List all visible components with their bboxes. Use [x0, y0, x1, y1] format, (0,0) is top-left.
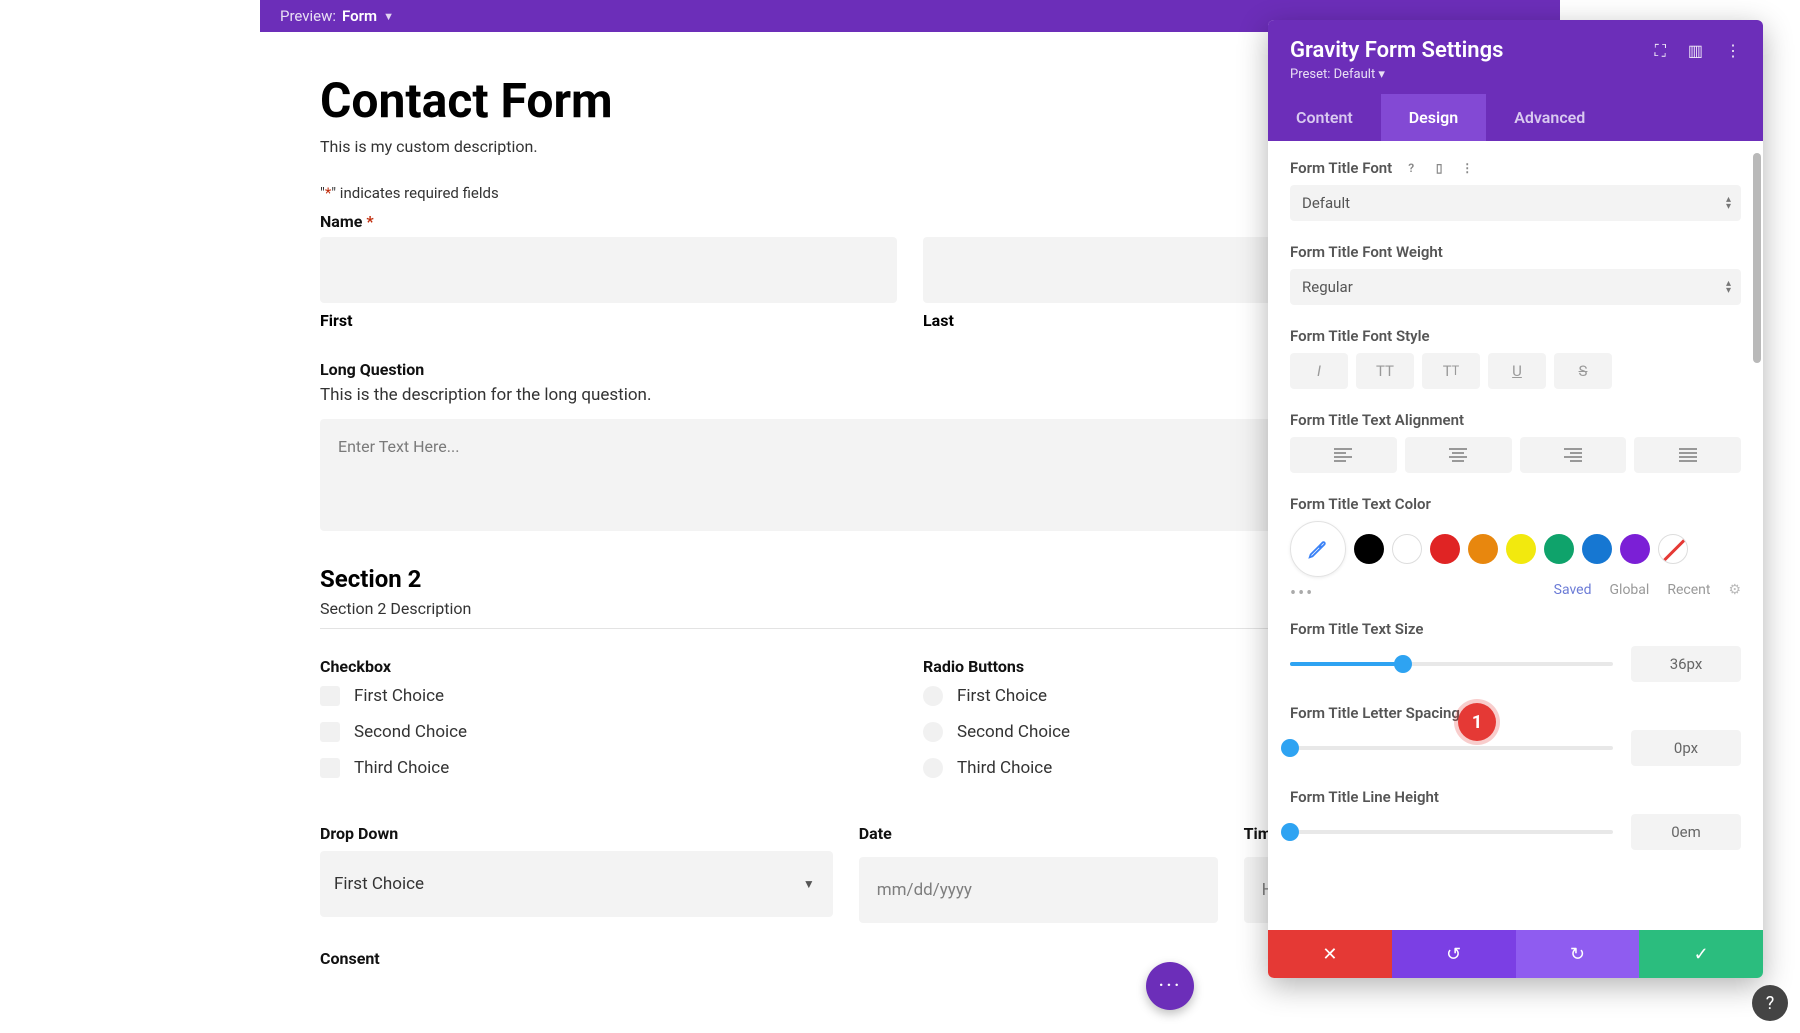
checkbox-option[interactable]: Second Choice — [320, 722, 897, 742]
settings-panel: Gravity Form Settings ⛶ ▥ ⋮ Preset: Defa… — [1268, 20, 1763, 978]
uppercase-button[interactable]: TT — [1356, 353, 1414, 389]
font-select[interactable]: Default — [1290, 185, 1741, 221]
tab-content[interactable]: Content — [1268, 94, 1381, 141]
panel-tabs: Content Design Advanced — [1268, 94, 1763, 141]
recent-tab[interactable]: Recent — [1667, 582, 1710, 598]
date-input[interactable] — [859, 857, 1218, 923]
align-center-button[interactable] — [1405, 437, 1512, 473]
more-actions-button[interactable]: ··· — [1146, 962, 1194, 1010]
lineheight-label: Form Title Line Height — [1290, 788, 1741, 806]
spacing-input[interactable] — [1631, 730, 1741, 766]
lineheight-slider[interactable] — [1290, 830, 1613, 834]
expand-icon[interactable]: ⛶ — [1655, 41, 1666, 61]
radio-icon[interactable] — [923, 758, 943, 778]
weight-label: Form Title Font Weight — [1290, 243, 1741, 261]
redo-button[interactable]: ↻ — [1516, 930, 1640, 978]
color-swatch[interactable] — [1620, 534, 1650, 564]
smallcaps-button[interactable]: TT — [1422, 353, 1480, 389]
mobile-icon[interactable]: ▯ — [1430, 159, 1448, 177]
size-slider[interactable] — [1290, 662, 1613, 666]
eyedropper-button[interactable] — [1290, 521, 1346, 577]
gear-icon[interactable]: ⚙ — [1728, 582, 1741, 598]
panel-title: Gravity Form Settings — [1290, 38, 1503, 63]
kebab-icon[interactable]: ⋮ — [1725, 41, 1741, 61]
color-swatch[interactable] — [1506, 534, 1536, 564]
color-swatch[interactable] — [1354, 534, 1384, 564]
italic-button[interactable]: I — [1290, 353, 1348, 389]
checkbox-icon[interactable] — [320, 758, 340, 778]
checkbox-option[interactable]: Third Choice — [320, 758, 897, 778]
align-justify-button[interactable] — [1634, 437, 1741, 473]
date-label: Date — [859, 824, 1218, 843]
close-button[interactable]: ✕ — [1268, 930, 1392, 978]
color-swatch[interactable] — [1582, 534, 1612, 564]
font-label: Form Title Font — [1290, 159, 1392, 177]
kebab-icon[interactable]: ⋮ — [1458, 159, 1476, 177]
radio-icon[interactable] — [923, 686, 943, 706]
global-tab[interactable]: Global — [1610, 582, 1650, 598]
spacing-slider[interactable] — [1290, 746, 1613, 750]
preset-selector[interactable]: Preset: Default ▾ — [1290, 67, 1741, 82]
preview-label: Preview: — [280, 7, 336, 25]
checkbox-icon[interactable] — [320, 686, 340, 706]
style-label: Form Title Font Style — [1290, 327, 1741, 345]
columns-icon[interactable]: ▥ — [1688, 41, 1703, 61]
weight-select[interactable]: Regular — [1290, 269, 1741, 305]
first-sublabel: First — [320, 311, 897, 330]
dropdown-input[interactable]: First Choice — [320, 851, 833, 917]
strikethrough-button[interactable]: S — [1554, 353, 1612, 389]
size-label: Form Title Text Size — [1290, 620, 1741, 638]
align-right-button[interactable] — [1520, 437, 1627, 473]
color-swatch[interactable] — [1468, 534, 1498, 564]
color-swatch[interactable] — [1392, 534, 1422, 564]
help-icon[interactable]: ? — [1402, 159, 1420, 177]
underline-button[interactable]: U — [1488, 353, 1546, 389]
dropdown-label: Drop Down — [320, 824, 833, 843]
lineheight-input[interactable] — [1631, 814, 1741, 850]
scrollbar[interactable] — [1753, 153, 1761, 363]
checkbox-option[interactable]: First Choice — [320, 686, 897, 706]
save-button[interactable]: ✓ — [1639, 930, 1763, 978]
saved-tab[interactable]: Saved — [1554, 582, 1592, 598]
color-none[interactable] — [1658, 534, 1688, 564]
size-input[interactable] — [1631, 646, 1741, 682]
checkbox-icon[interactable] — [320, 722, 340, 742]
color-swatch[interactable] — [1544, 534, 1574, 564]
color-swatch[interactable] — [1430, 534, 1460, 564]
color-label: Form Title Text Color — [1290, 495, 1741, 513]
chevron-down-icon[interactable]: ▼ — [383, 10, 394, 23]
align-left-button[interactable] — [1290, 437, 1397, 473]
first-name-input[interactable] — [320, 237, 897, 303]
checkbox-label: Checkbox — [320, 657, 897, 676]
preview-value[interactable]: Form — [342, 7, 377, 25]
radio-icon[interactable] — [923, 722, 943, 742]
undo-button[interactable]: ↺ — [1392, 930, 1516, 978]
tab-advanced[interactable]: Advanced — [1486, 94, 1613, 141]
spacing-label: Form Title Letter Spacing — [1290, 704, 1741, 722]
help-button[interactable]: ? — [1752, 985, 1788, 1021]
tab-design[interactable]: Design — [1381, 94, 1486, 141]
align-label: Form Title Text Alignment — [1290, 411, 1741, 429]
notification-badge[interactable]: 1 — [1458, 703, 1496, 741]
